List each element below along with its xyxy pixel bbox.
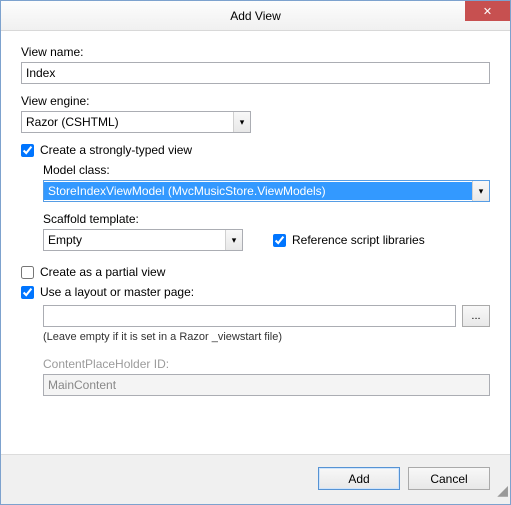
chevron-down-icon: ▾ — [233, 112, 250, 132]
reference-script-checkbox[interactable] — [273, 234, 286, 247]
scaffold-value: Empty — [44, 231, 225, 249]
chevron-down-icon: ▾ — [472, 181, 489, 201]
close-icon: ✕ — [483, 5, 492, 18]
placeholder-label: ContentPlaceHolder ID: — [43, 357, 490, 371]
view-engine-value: Razor (CSHTML) — [22, 113, 233, 131]
chevron-down-icon: ▾ — [225, 230, 242, 250]
browse-button[interactable]: ... — [462, 305, 490, 327]
use-layout-label: Use a layout or master page: — [40, 285, 194, 299]
partial-view-label: Create as a partial view — [40, 265, 165, 279]
titlebar: Add View ✕ — [1, 1, 510, 31]
window-title: Add View — [1, 9, 510, 23]
view-engine-label: View engine: — [21, 94, 490, 108]
layout-hint: (Leave empty if it is set in a Razor _vi… — [43, 331, 490, 343]
view-name-label: View name: — [21, 45, 490, 59]
view-name-input[interactable] — [21, 62, 490, 84]
scaffold-combo[interactable]: Empty ▾ — [43, 229, 243, 251]
strongly-typed-label: Create a strongly-typed view — [40, 143, 192, 157]
model-class-combo[interactable]: StoreIndexViewModel (MvcMusicStore.ViewM… — [43, 180, 490, 202]
layout-path-input[interactable] — [43, 305, 456, 327]
partial-view-checkbox[interactable] — [21, 266, 34, 279]
resize-grip-icon[interactable]: ◢ — [496, 490, 508, 502]
scaffold-label: Scaffold template: — [43, 212, 490, 226]
dialog-body: View name: View engine: Razor (CSHTML) ▾… — [1, 31, 510, 454]
use-layout-checkbox[interactable] — [21, 286, 34, 299]
cancel-button[interactable]: Cancel — [408, 467, 490, 490]
model-class-label: Model class: — [43, 163, 490, 177]
dialog-footer: Add Cancel ◢ — [1, 454, 510, 504]
placeholder-input — [43, 374, 490, 396]
add-button[interactable]: Add — [318, 467, 400, 490]
strongly-typed-checkbox[interactable] — [21, 144, 34, 157]
close-button[interactable]: ✕ — [465, 1, 510, 21]
view-engine-combo[interactable]: Razor (CSHTML) ▾ — [21, 111, 251, 133]
reference-script-label: Reference script libraries — [292, 233, 425, 247]
model-class-value: StoreIndexViewModel (MvcMusicStore.ViewM… — [44, 182, 472, 200]
